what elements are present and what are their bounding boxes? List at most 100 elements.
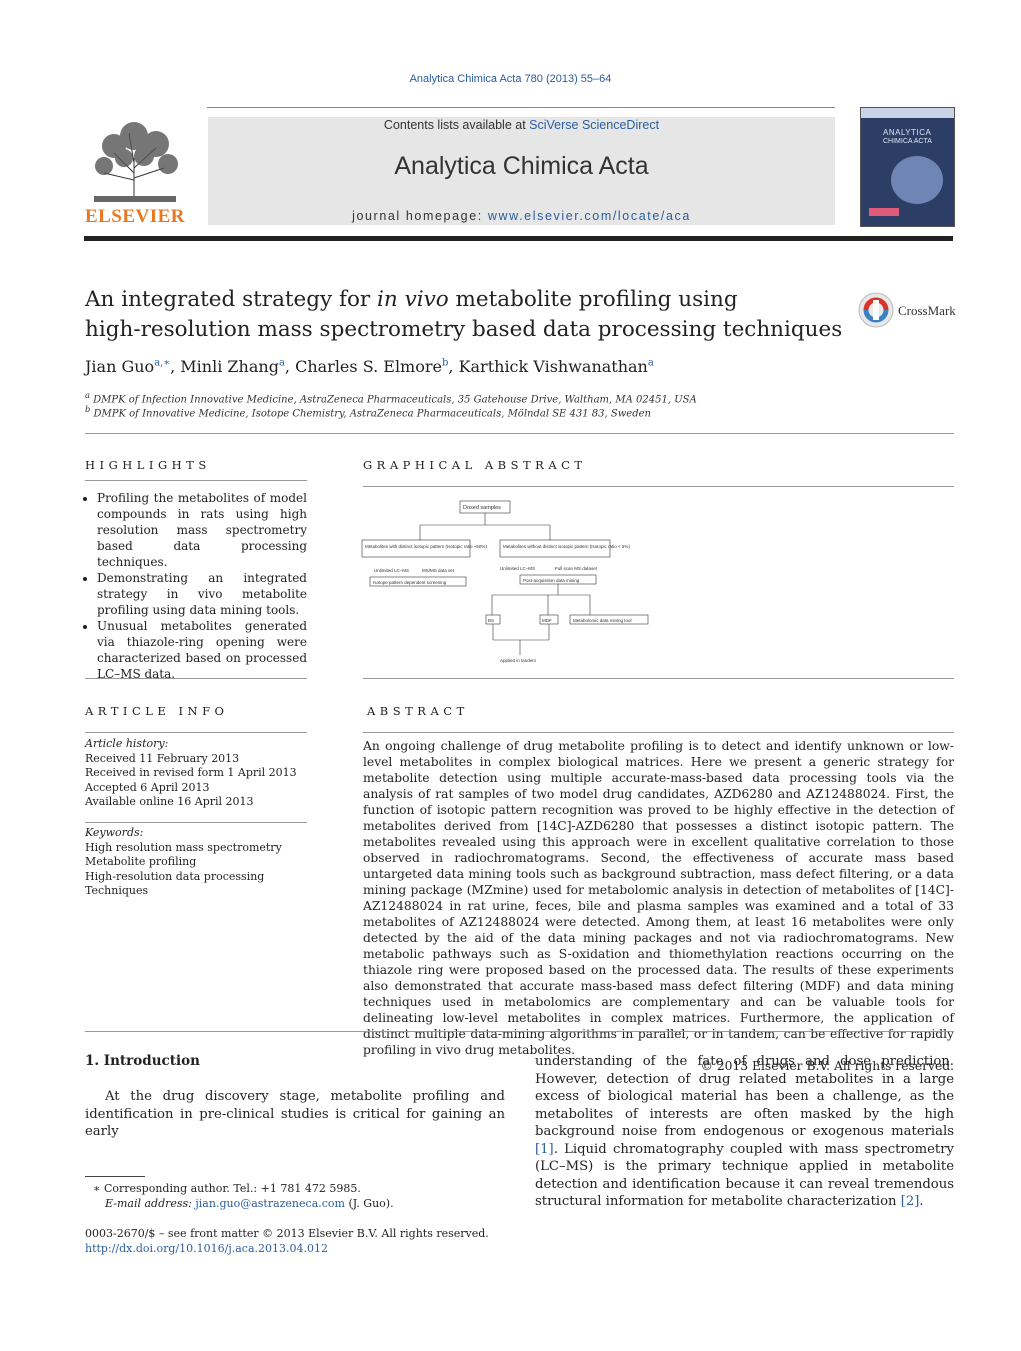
- crossmark-icon: [858, 292, 894, 328]
- homepage-line: journal homepage: www.elsevier.com/locat…: [208, 209, 835, 223]
- node-right-c: Post-acquisition data mining: [523, 578, 580, 583]
- email-note: E-mail address: jian.guo@astrazeneca.com…: [105, 1196, 394, 1211]
- homepage-prefix: journal homepage:: [352, 209, 488, 223]
- affiliation-mark: a: [85, 390, 90, 400]
- corresponding-author-note: ∗ Corresponding author. Tel.: +1 781 472…: [93, 1182, 361, 1195]
- node-left-b: MS/MS data set: [422, 568, 455, 573]
- homepage-link[interactable]: www.elsevier.com/locate/aca: [488, 209, 691, 223]
- highlight-item: Unusual metabolites generated via thiazo…: [97, 618, 307, 682]
- node-bottom: Applied in tandem: [500, 658, 536, 663]
- author-affil-mark[interactable]: a,∗: [154, 358, 170, 369]
- node-right: Metabolites without distinct isotopic pa…: [503, 544, 630, 549]
- doi-link-text[interactable]: http://dx.doi.org/10.1016/j.aca.2013.04.…: [85, 1242, 328, 1255]
- title-part-1: An integrated strategy for: [85, 287, 378, 312]
- keywords-label: Keywords:: [85, 826, 144, 839]
- contents-prefix: Contents lists available at: [383, 118, 530, 132]
- keyword-item: Techniques: [85, 884, 149, 897]
- node-left-a: Unlimited LC–MS: [374, 568, 409, 573]
- graphical-abstract-end-rule: [363, 678, 954, 679]
- article-history: Article history: Received 11 February 20…: [85, 737, 307, 810]
- highlights-heading: Highlights: [85, 458, 211, 472]
- cover-graphic: [891, 156, 943, 204]
- keyword-item: High resolution mass spectrometry: [85, 840, 282, 854]
- node-left-c: Isotope pattern dependent screening: [373, 580, 447, 585]
- author-affil-mark[interactable]: b: [442, 358, 448, 369]
- intro-text: . Liquid chromatography coupled with mas…: [535, 1141, 954, 1210]
- highlights-list: Profiling the metabolites of model compo…: [85, 490, 307, 682]
- node-top: Dosed samples: [463, 505, 501, 511]
- history-item: Received in revised form 1 April 2013: [85, 766, 297, 779]
- section-divider: [85, 433, 954, 434]
- title-part-2: metabolite profiling using: [448, 287, 738, 312]
- header-divider: [207, 107, 835, 108]
- highlight-item: Demonstrating an integrated strategy in …: [97, 570, 307, 618]
- cover-badge: [869, 208, 899, 216]
- crossmark-button[interactable]: CrossMark: [858, 292, 958, 328]
- author-affil-mark[interactable]: a: [279, 358, 285, 369]
- email-suffix: (J. Guo).: [344, 1197, 394, 1210]
- author-name[interactable]: Karthick Vishwanathan: [459, 357, 648, 376]
- intro-text: understanding of the fate of drugs and d…: [535, 1054, 954, 1139]
- abstract-body: An ongoing challenge of drug metabolite …: [363, 738, 954, 1074]
- author-list: Jian Guoa,∗, Minli Zhanga, Charles S. El…: [85, 357, 654, 376]
- history-item: Received 11 February 2013: [85, 751, 240, 765]
- affiliation-mark: b: [85, 404, 91, 414]
- introduction-col1: At the drug discovery stage, metabolite …: [85, 1089, 505, 1139]
- footnote-rule: [85, 1176, 145, 1177]
- node-right-a: Unlimited LC–MS: [500, 566, 535, 571]
- abstract-text: An ongoing challenge of drug metabolite …: [363, 739, 954, 1057]
- crossmark-label: CrossMark: [898, 303, 956, 318]
- author-name[interactable]: Jian Guo: [85, 357, 154, 376]
- graphical-abstract-rule: [363, 486, 954, 487]
- node-right-b: Full scan MS dataset: [555, 566, 598, 571]
- reference-link[interactable]: [2]: [901, 1194, 920, 1209]
- node-bs: BS: [488, 618, 494, 623]
- author-affil-mark[interactable]: a: [648, 358, 654, 369]
- sciencedirect-link[interactable]: SciVerse ScienceDirect: [529, 118, 659, 132]
- header-thick-rule: [84, 236, 953, 241]
- title-line-2: high-resolution mass spectrometry based …: [85, 317, 843, 342]
- highlight-item: Profiling the metabolites of model compo…: [97, 490, 307, 570]
- abstract-heading: Abstract: [367, 704, 469, 718]
- node-mdf: MDF: [542, 618, 552, 623]
- highlights-end-rule: [85, 678, 307, 679]
- contents-line: Contents lists available at SciVerse Sci…: [208, 118, 835, 132]
- journal-cover-thumbnail[interactable]: ANALYTICA CHIMICA ACTA: [860, 107, 955, 227]
- title-italic: in vivo: [377, 287, 449, 312]
- highlights-rule: [85, 480, 307, 481]
- reference-link[interactable]: [1]: [535, 1142, 554, 1157]
- affiliation-b: b DMPK of Innovative Medicine, Isotope C…: [85, 404, 651, 419]
- journal-title: Analytica Chimica Acta: [394, 152, 649, 180]
- article-info-rule: [85, 732, 307, 733]
- introduction-col2: understanding of the fate of drugs and d…: [535, 1053, 954, 1211]
- introduction-heading: 1. Introduction: [85, 1053, 200, 1069]
- history-item: Accepted 6 April 2013: [85, 780, 210, 794]
- history-item: Available online 16 April 2013: [85, 795, 254, 808]
- history-label: Article history:: [85, 737, 169, 750]
- article-info-heading: Article info: [85, 704, 229, 718]
- intro-text: .: [919, 1194, 924, 1209]
- keywords: Keywords: High resolution mass spectrome…: [85, 826, 307, 899]
- keywords-rule: [85, 822, 307, 823]
- keyword-item: Metabolite profiling: [85, 855, 197, 868]
- cover-top-band: [861, 108, 954, 118]
- graphical-abstract-flowchart[interactable]: Dosed samples Metabolites with distinct …: [360, 495, 660, 670]
- affiliation-text: DMPK of Innovative Medicine, Isotope Che…: [93, 408, 651, 420]
- email-label: E-mail address:: [105, 1197, 196, 1210]
- graphical-abstract-heading: Graphical abstract: [363, 458, 587, 472]
- abstract-end-rule: [85, 1031, 954, 1032]
- node-tool: Metabolomic data mining tool: [573, 618, 632, 623]
- keyword-item: High-resolution data processing: [85, 869, 265, 883]
- cover-title-2: CHIMICA ACTA: [883, 138, 932, 145]
- journal-citation-link[interactable]: Analytica Chimica Acta 780 (2013) 55–64: [0, 73, 1021, 85]
- email-link[interactable]: jian.guo@astrazeneca.com: [195, 1197, 345, 1210]
- node-left: Metabolites with distinct isotopic patte…: [365, 544, 487, 549]
- author-name[interactable]: Minli Zhang: [180, 357, 279, 376]
- elsevier-wordmark: ELSEVIER: [84, 206, 186, 227]
- article-title: An integrated strategy for in vivo metab…: [85, 285, 845, 345]
- doi-link[interactable]: http://dx.doi.org/10.1016/j.aca.2013.04.…: [85, 1241, 328, 1256]
- cover-title-1: ANALYTICA: [883, 128, 932, 137]
- issn-note: 0003-2670/$ – see front matter © 2013 El…: [85, 1227, 489, 1240]
- abstract-rule: [363, 732, 954, 733]
- author-name[interactable]: Charles S. Elmore: [295, 357, 442, 376]
